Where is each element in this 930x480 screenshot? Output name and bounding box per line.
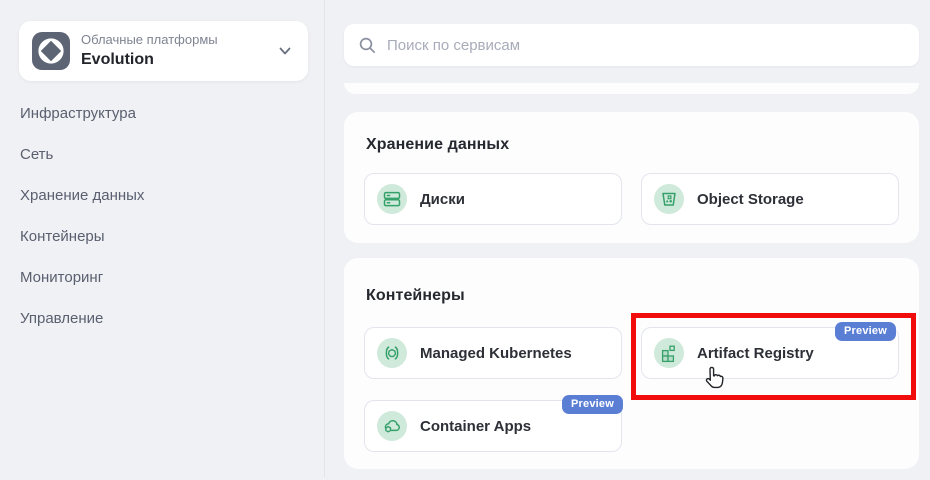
service-label: Managed Kubernetes	[420, 345, 572, 362]
search-icon	[358, 36, 377, 55]
platform-switcher[interactable]: Облачные платформы Evolution	[19, 21, 308, 81]
service-card-managed-kubernetes[interactable]: Managed Kubernetes	[364, 327, 622, 379]
sidebar-item-infrastructure[interactable]: Инфраструктура	[20, 105, 136, 127]
service-card-object-storage[interactable]: Object Storage	[641, 173, 899, 225]
kubernetes-icon	[377, 338, 407, 368]
container-apps-icon	[377, 411, 407, 441]
section-containers: Контейнеры Managed Kubernetes	[344, 258, 919, 469]
disks-icon	[377, 184, 407, 214]
sidebar-item-network[interactable]: Сеть	[20, 146, 53, 168]
sidebar-divider	[324, 0, 325, 477]
chevron-down-icon	[276, 42, 294, 60]
platform-switcher-text: Облачные платформы Evolution	[81, 32, 218, 69]
service-card-artifact-registry[interactable]: Artifact Registry Preview	[641, 327, 899, 379]
section-title-storage: Хранение данных	[366, 136, 509, 154]
artifact-registry-icon	[654, 338, 684, 368]
sidebar-item-storage[interactable]: Хранение данных	[20, 187, 144, 209]
platform-title: Evolution	[81, 50, 218, 70]
sidebar-item-containers[interactable]: Контейнеры	[20, 228, 105, 250]
section-title-containers: Контейнеры	[366, 287, 465, 305]
platform-subtitle: Облачные платформы	[81, 32, 218, 48]
search-input[interactable]	[387, 37, 905, 54]
section-storage: Хранение данных Диски	[344, 112, 919, 243]
service-label: Диски	[420, 191, 465, 208]
scrolled-panel-fragment	[344, 83, 919, 94]
service-label: Container Apps	[420, 418, 531, 435]
evolution-logo-icon	[32, 32, 70, 70]
service-search[interactable]	[344, 24, 919, 66]
preview-badge: Preview	[835, 322, 896, 341]
service-label: Artifact Registry	[697, 345, 814, 362]
service-card-container-apps[interactable]: Container Apps Preview	[364, 400, 622, 452]
preview-badge: Preview	[562, 395, 623, 414]
hand-pointer-cursor	[701, 364, 725, 396]
sidebar-item-monitoring[interactable]: Мониторинг	[20, 269, 103, 291]
service-label: Object Storage	[697, 191, 804, 208]
service-card-disks[interactable]: Диски	[364, 173, 622, 225]
cloud-console-screen: Облачные платформы Evolution Инфраструкт…	[0, 0, 930, 480]
bucket-icon	[654, 184, 684, 214]
sidebar-item-management[interactable]: Управление	[20, 310, 103, 332]
